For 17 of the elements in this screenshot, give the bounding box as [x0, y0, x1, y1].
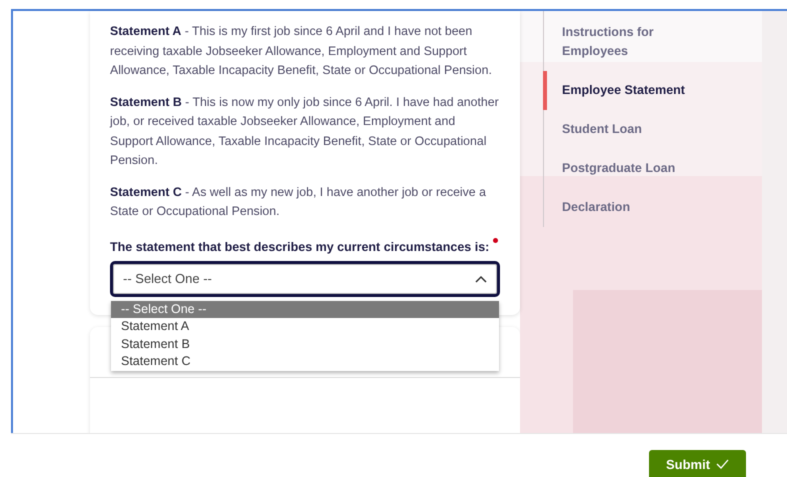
select-option[interactable]: Statement A	[111, 318, 499, 336]
select-option[interactable]: Statement B	[111, 336, 499, 353]
chevron-icon	[475, 274, 487, 282]
nav-item[interactable]: Instructions for Employees	[543, 13, 704, 71]
nav-item[interactable]: Employee Statement	[543, 71, 704, 110]
statement-text: Statement B - This is now my only job since 6 April. I have had another job, or received taxable Jobseeker Allowance, Employment and Support Allowance, Taxable Incapacity Benefit, State or Occupational Pension.	[110, 94, 500, 169]
statement-text: Statement A - This is my first job since 6 April and I have not been receiving taxable Jobseeker Allowance, Employment and Support Allowance, Taxable Incapacity Benefit, State or Occupational Pension.	[110, 23, 493, 79]
nav-item[interactable]: Declaration	[543, 188, 704, 227]
check-icon	[716, 459, 730, 469]
question-label: The statement that best describes my current circumstances is:	[110, 240, 490, 254]
statement-select[interactable]: -- Select One --	[110, 260, 500, 296]
submit-button[interactable]: Submit	[649, 450, 746, 477]
nav-item[interactable]: Student Loan	[543, 110, 704, 149]
statement-text: Statement C - As well as my new job, I have another job or receive a State or Occupational Pension.	[110, 184, 487, 220]
select-option[interactable]: Statement C	[111, 353, 499, 370]
select-option[interactable]: -- Select One --	[111, 300, 499, 318]
nav-item[interactable]: Postgraduate Loan	[543, 149, 704, 188]
